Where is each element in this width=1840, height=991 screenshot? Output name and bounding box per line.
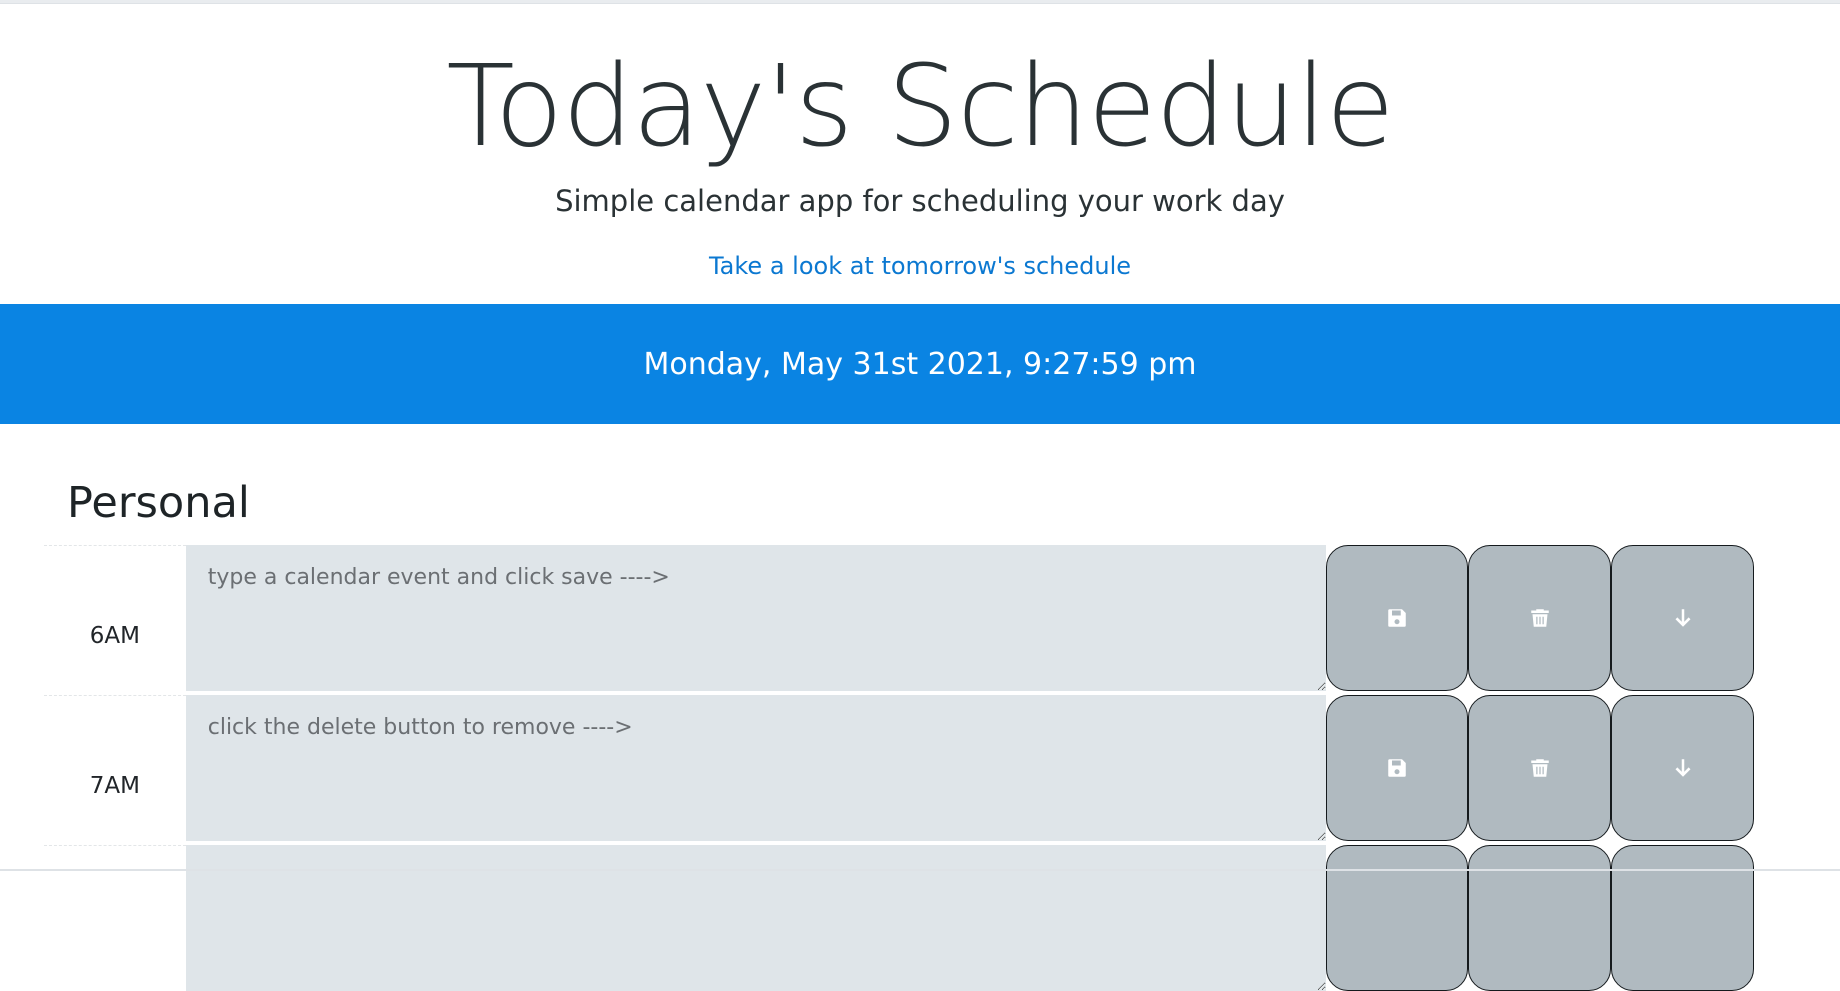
schedule-section: Personal 6AM 7AM [0, 424, 1840, 991]
section-title: Personal [67, 478, 250, 528]
delete-button[interactable] [1468, 845, 1612, 991]
page-title: Today's Schedule [446, 42, 1394, 172]
hour-label: 7AM [44, 695, 186, 841]
time-block-row: 7AM [44, 695, 1754, 841]
page-header: Today's Schedule Simple calendar app for… [0, 4, 1840, 304]
event-input[interactable] [185, 845, 1326, 991]
save-button[interactable] [1325, 545, 1469, 691]
save-icon [1388, 759, 1406, 777]
hour-label: 6AM [44, 545, 186, 691]
trash-icon [1531, 609, 1549, 627]
trash-icon [1531, 759, 1549, 777]
move-down-button[interactable] [1611, 545, 1754, 691]
save-button[interactable] [1325, 845, 1469, 991]
arrow-down-icon [1675, 609, 1691, 627]
move-down-button[interactable] [1611, 845, 1754, 991]
page-subtitle: Simple calendar app for scheduling your … [555, 184, 1285, 218]
tomorrow-schedule-link[interactable]: Take a look at tomorrow's schedule [0, 252, 1840, 280]
time-block-row: 6AM [44, 545, 1754, 691]
current-date-time: Monday, May 31st 2021, 9:27:59 pm [643, 346, 1197, 382]
save-icon [1388, 609, 1406, 627]
delete-button[interactable] [1468, 545, 1612, 691]
hour-label [44, 845, 186, 991]
event-input[interactable] [185, 695, 1326, 841]
arrow-down-icon [1675, 759, 1691, 777]
delete-button[interactable] [1468, 695, 1612, 841]
time-block-row [44, 845, 1754, 991]
save-button[interactable] [1325, 695, 1469, 841]
current-date-bar: Monday, May 31st 2021, 9:27:59 pm [0, 304, 1840, 424]
event-input[interactable] [185, 545, 1326, 691]
move-down-button[interactable] [1611, 695, 1754, 841]
